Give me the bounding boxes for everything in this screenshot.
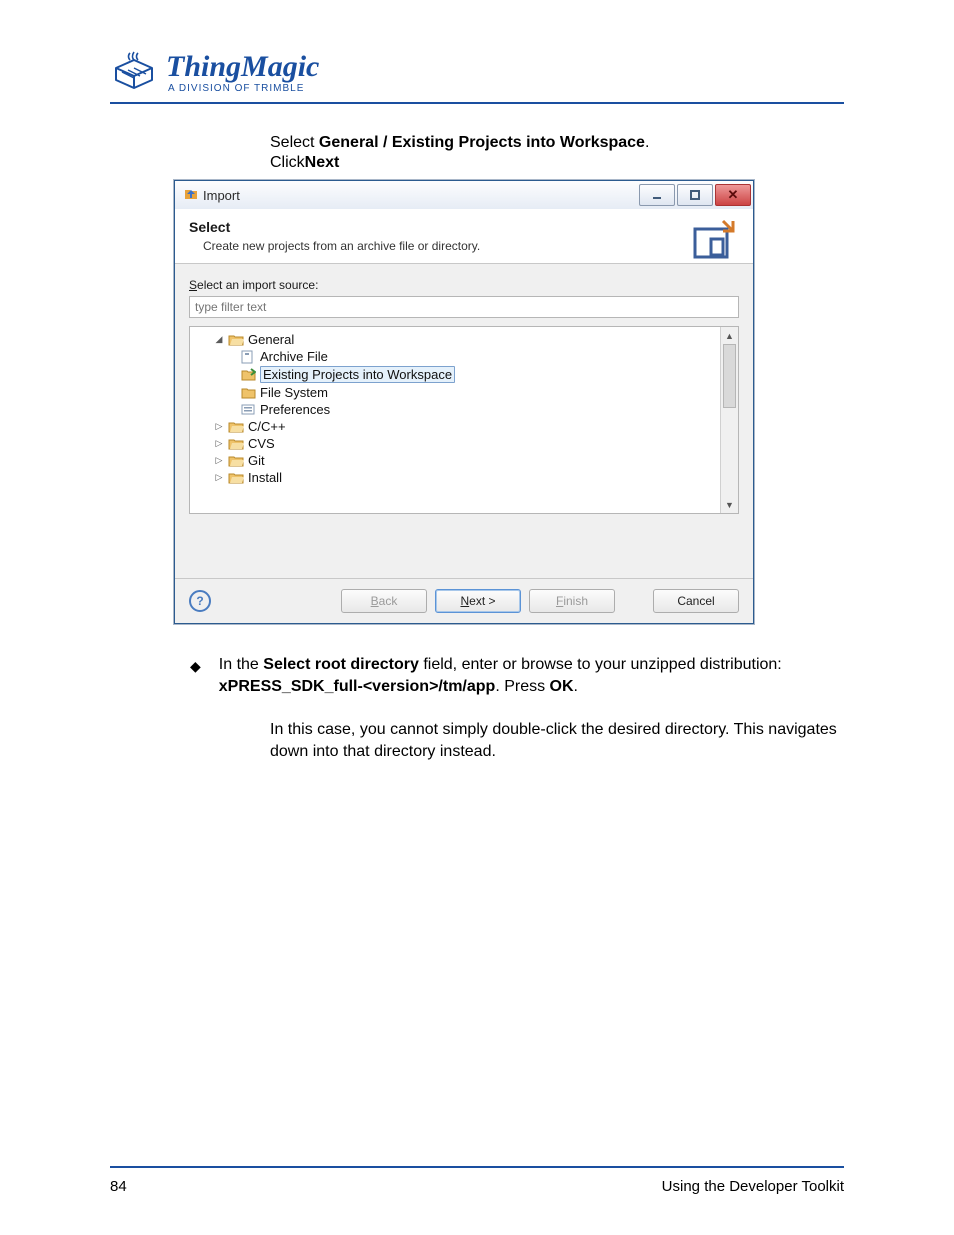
minimize-button[interactable] bbox=[639, 184, 675, 206]
scroll-thumb[interactable] bbox=[723, 344, 736, 408]
footer-label: Using the Developer Toolkit bbox=[662, 1178, 844, 1195]
brand-name: ThingMagic bbox=[166, 52, 319, 82]
tree-scrollbar[interactable]: ▲ ▼ bbox=[720, 327, 738, 513]
finish-button[interactable]: Finish bbox=[529, 589, 615, 613]
collapse-icon: ▷ bbox=[214, 422, 224, 432]
wizard-art-icon bbox=[693, 217, 739, 264]
collapse-icon: ▷ bbox=[214, 473, 224, 483]
folder-icon bbox=[240, 386, 256, 400]
archive-icon bbox=[240, 350, 256, 364]
project-import-icon bbox=[240, 368, 256, 382]
collapse-icon: ▷ bbox=[214, 456, 224, 466]
dialog-titlebar[interactable]: Import ✕ bbox=[175, 181, 753, 209]
step-note: In this case, you cannot simply double-c… bbox=[270, 719, 844, 764]
filter-input[interactable] bbox=[189, 296, 739, 318]
folder-open-icon bbox=[228, 454, 244, 468]
tree-node-cvs[interactable]: ▷CVS bbox=[196, 435, 732, 452]
brand-tagline: A DIVISION OF TRIMBLE bbox=[166, 84, 319, 94]
bullet-icon: ◆ bbox=[190, 654, 201, 678]
preferences-icon bbox=[240, 403, 256, 417]
scroll-up-icon[interactable]: ▲ bbox=[721, 327, 738, 344]
instruction-1: Select General / Existing Projects into … bbox=[270, 134, 844, 152]
tree-node-preferences[interactable]: Preferences bbox=[196, 401, 732, 418]
import-icon bbox=[183, 186, 199, 205]
tree-node-existing-projects[interactable]: Existing Projects into Workspace bbox=[196, 365, 732, 384]
tree-node-archive-file[interactable]: Archive File bbox=[196, 348, 732, 365]
import-source-label: SSelect an import source:elect an import… bbox=[189, 278, 739, 292]
expand-icon: ◢ bbox=[214, 335, 224, 345]
brand-logo: ThingMagic A DIVISION OF TRIMBLE bbox=[110, 50, 844, 96]
tree-node-install[interactable]: ▷Install bbox=[196, 469, 732, 486]
folder-open-icon bbox=[228, 420, 244, 434]
step-bullet: ◆ In the Select root directory field, en… bbox=[190, 654, 834, 699]
import-dialog: Import ✕ Select Create new projects from… bbox=[174, 180, 754, 624]
maximize-button[interactable] bbox=[677, 184, 713, 206]
tree-node-cpp[interactable]: ▷C/C++ bbox=[196, 418, 732, 435]
tree-node-general[interactable]: ◢General bbox=[196, 331, 732, 348]
wizard-subtitle: Create new projects from an archive file… bbox=[203, 239, 739, 253]
instruction-2: ClickNext bbox=[270, 154, 844, 172]
cancel-button[interactable]: Cancel bbox=[653, 589, 739, 613]
folder-open-icon bbox=[228, 437, 244, 451]
header-rule bbox=[110, 102, 844, 104]
footer-rule bbox=[110, 1166, 844, 1168]
scroll-down-icon[interactable]: ▼ bbox=[721, 496, 738, 513]
help-button[interactable]: ? bbox=[189, 590, 211, 612]
folder-open-icon bbox=[228, 333, 244, 347]
dialog-title: Import bbox=[203, 188, 639, 203]
wizard-heading: Select bbox=[189, 219, 739, 235]
close-button[interactable]: ✕ bbox=[715, 184, 751, 206]
folder-open-icon bbox=[228, 471, 244, 485]
logo-icon bbox=[110, 50, 158, 96]
tree-node-file-system[interactable]: File System bbox=[196, 384, 732, 401]
import-tree[interactable]: ◢General Archive File Existing Projects … bbox=[190, 327, 738, 490]
next-button[interactable]: Next > bbox=[435, 589, 521, 613]
page-number: 84 bbox=[110, 1178, 127, 1195]
collapse-icon: ▷ bbox=[214, 439, 224, 449]
back-button[interactable]: Back bbox=[341, 589, 427, 613]
tree-node-git[interactable]: ▷Git bbox=[196, 452, 732, 469]
